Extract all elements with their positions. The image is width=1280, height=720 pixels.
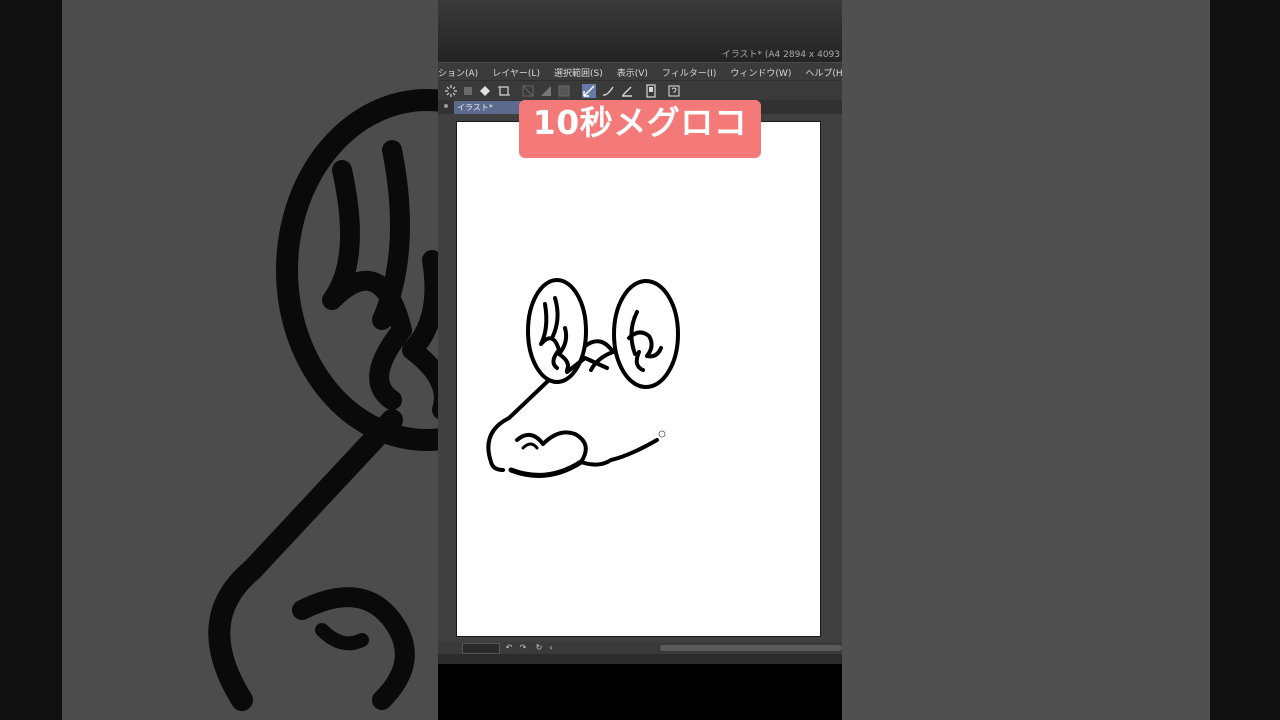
window-title: イラスト* (A4 2894 x 4093 — [721, 50, 840, 60]
reset-icon[interactable]: ‹ — [546, 643, 556, 653]
phone-icon[interactable] — [644, 84, 658, 98]
background-zoom-left — [62, 0, 438, 720]
rotate-icon[interactable]: ↻ — [534, 643, 544, 653]
nose-bridge — [565, 339, 615, 374]
menu-selection[interactable]: 選択範囲(S) — [547, 66, 610, 79]
stop-icon[interactable] — [557, 84, 571, 98]
title-bar: イラスト* (A4 2894 x 4093 — [438, 0, 842, 62]
horizontal-scrollbar[interactable] — [660, 645, 842, 651]
brush-icon[interactable] — [601, 84, 615, 98]
spinner-icon[interactable] — [444, 84, 458, 98]
zoom-field[interactable] — [462, 643, 500, 654]
left-margin — [0, 0, 62, 720]
menu-filter[interactable]: フィルター(I) — [655, 66, 724, 79]
status-bar: ↶ ↷ ↻ ‹ — [438, 642, 842, 654]
video-caption: 10秒メグロコ — [519, 100, 761, 158]
square-icon[interactable] — [461, 84, 475, 98]
menu-help[interactable]: ヘルプ(H) — [798, 66, 842, 79]
menu-bar: ション(A) レイヤー(L) 選択範囲(S) 表示(V) フィルター(I) ウィ… — [438, 62, 842, 81]
tab-illustration[interactable]: イラスト* — [454, 101, 524, 114]
mouth-outline — [486, 416, 511, 472]
menu-view[interactable]: 表示(V) — [610, 66, 655, 79]
gradient-icon[interactable] — [539, 84, 553, 98]
no-fill-icon[interactable] — [521, 84, 535, 98]
right-margin — [1210, 0, 1280, 720]
bottom-panel-strip — [438, 654, 842, 664]
drawing-strokes — [486, 278, 680, 478]
nostril — [521, 442, 539, 450]
redo-icon[interactable]: ↷ — [518, 643, 528, 653]
left-eye-pupil — [539, 296, 570, 372]
background-zoom-right — [842, 0, 1210, 720]
menu-animation[interactable]: ション(A) — [438, 66, 485, 79]
tab-pin-icon — [444, 104, 448, 108]
pen-check-icon[interactable] — [582, 84, 596, 98]
drawing-canvas[interactable] — [456, 121, 821, 637]
crop-icon[interactable] — [497, 84, 511, 98]
menu-layer[interactable]: レイヤー(L) — [485, 66, 547, 79]
fill-bucket-icon[interactable] — [478, 84, 492, 98]
help-icon[interactable] — [667, 84, 681, 98]
lower-jaw — [508, 459, 584, 478]
command-bar — [438, 80, 842, 101]
zoomed-drawing-left — [208, 89, 438, 711]
snout-line — [507, 378, 551, 420]
undo-icon[interactable]: ↶ — [504, 643, 514, 653]
ruler-pen-icon[interactable] — [620, 84, 634, 98]
canvas-area — [438, 114, 842, 642]
brush-cursor — [658, 430, 666, 438]
right-eye-pupil — [627, 310, 663, 372]
menu-window[interactable]: ウィンドウ(W) — [723, 66, 798, 79]
